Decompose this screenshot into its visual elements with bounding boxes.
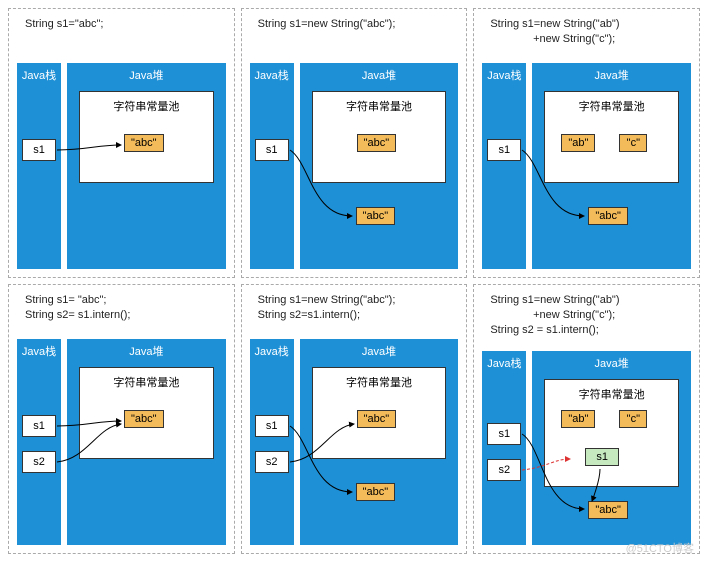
panel-6: String s1=new String("ab") +new String("…	[473, 284, 700, 554]
pool-title: 字符串常量池	[80, 98, 213, 114]
stack-var-s1: s1	[22, 415, 56, 437]
code-snippet: String s1=new String("abc");	[258, 17, 459, 32]
pool-title: 字符串常量池	[545, 98, 678, 114]
code-snippet: String s1="abc";	[25, 17, 226, 32]
stack-var-s1: s1	[487, 423, 521, 445]
watermark: @51CTO博客	[626, 540, 694, 556]
memory-zone: Java栈 s1 s2 Java堆 字符串常量池 "ab" "c" s1 "ab…	[482, 351, 691, 545]
stack-var-s2: s2	[255, 451, 289, 473]
heap-title: Java堆	[532, 63, 691, 83]
java-stack: Java栈 s1	[17, 63, 61, 269]
java-heap: Java堆 字符串常量池 "ab" "c" "abc"	[532, 63, 691, 269]
pool-title: 字符串常量池	[80, 374, 213, 390]
stack-title: Java栈	[482, 351, 526, 371]
string-abc-pool: "abc"	[124, 410, 164, 428]
stack-title: Java栈	[250, 63, 294, 83]
string-c-pool: "c"	[619, 410, 647, 428]
pool-title: 字符串常量池	[313, 98, 446, 114]
heap-title: Java堆	[300, 63, 459, 83]
string-abc-heap: "abc"	[356, 207, 396, 225]
panel-4: String s1= "abc"; String s2= s1.intern()…	[8, 284, 235, 554]
code-snippet: String s1=new String("ab") +new String("…	[490, 17, 691, 47]
string-ab-pool: "ab"	[561, 134, 595, 152]
stack-var-s1: s1	[255, 139, 289, 161]
panel-2: String s1=new String("abc"); Java栈 s1 Ja…	[241, 8, 468, 278]
java-heap: Java堆 字符串常量池 "abc" "abc"	[300, 63, 459, 269]
string-pool: 字符串常量池 "abc"	[312, 91, 447, 183]
java-stack: Java栈 s1 s2	[250, 339, 294, 545]
pool-title: 字符串常量池	[313, 374, 446, 390]
stack-title: Java栈	[250, 339, 294, 359]
string-c-pool: "c"	[619, 134, 647, 152]
string-pool: 字符串常量池 "abc"	[79, 91, 214, 183]
stack-var-s1: s1	[255, 415, 289, 437]
stack-var-s2: s2	[22, 451, 56, 473]
pool-ref-s1: s1	[585, 448, 619, 466]
java-heap: Java堆 字符串常量池 "ab" "c" s1 "abc"	[532, 351, 691, 545]
stack-title: Java栈	[17, 339, 61, 359]
string-abc-pool: "abc"	[357, 134, 397, 152]
java-heap: Java堆 字符串常量池 "abc"	[67, 339, 226, 545]
heap-title: Java堆	[67, 339, 226, 359]
string-pool: 字符串常量池 "abc"	[79, 367, 214, 459]
string-pool: 字符串常量池 "abc"	[312, 367, 447, 459]
memory-zone: Java栈 s1 Java堆 字符串常量池 "abc"	[17, 63, 226, 269]
heap-title: Java堆	[67, 63, 226, 83]
panel-1: String s1="abc"; Java栈 s1 Java堆 字符串常量池 "…	[8, 8, 235, 278]
java-heap: Java堆 字符串常量池 "abc"	[67, 63, 226, 269]
heap-title: Java堆	[532, 351, 691, 371]
string-abc-heap: "abc"	[356, 483, 396, 501]
java-stack: Java栈 s1 s2	[17, 339, 61, 545]
string-pool: 字符串常量池 "ab" "c"	[544, 91, 679, 183]
code-snippet: String s1=new String("ab") +new String("…	[490, 293, 691, 338]
string-abc-pool: "abc"	[357, 410, 397, 428]
string-ab-pool: "ab"	[561, 410, 595, 428]
stack-var-s2: s2	[487, 459, 521, 481]
string-abc: "abc"	[124, 134, 164, 152]
memory-zone: Java栈 s1 s2 Java堆 字符串常量池 "abc" "abc"	[250, 339, 459, 545]
memory-zone: Java栈 s1 Java堆 字符串常量池 "abc" "abc"	[250, 63, 459, 269]
heap-title: Java堆	[300, 339, 459, 359]
stack-var-s1: s1	[487, 139, 521, 161]
java-stack: Java栈 s1 s2	[482, 351, 526, 545]
stack-var-s1: s1	[22, 139, 56, 161]
java-heap: Java堆 字符串常量池 "abc" "abc"	[300, 339, 459, 545]
java-stack: Java栈 s1	[250, 63, 294, 269]
panel-5: String s1=new String("abc"); String s2=s…	[241, 284, 468, 554]
diagram-grid: String s1="abc"; Java栈 s1 Java堆 字符串常量池 "…	[8, 8, 700, 554]
string-abc-heap: "abc"	[588, 501, 628, 519]
stack-title: Java栈	[17, 63, 61, 83]
string-abc-heap: "abc"	[588, 207, 628, 225]
panel-3: String s1=new String("ab") +new String("…	[473, 8, 700, 278]
memory-zone: Java栈 s1 s2 Java堆 字符串常量池 "abc"	[17, 339, 226, 545]
code-snippet: String s1= "abc"; String s2= s1.intern()…	[25, 293, 226, 323]
string-pool: 字符串常量池 "ab" "c" s1	[544, 379, 679, 487]
pool-title: 字符串常量池	[545, 386, 678, 402]
code-snippet: String s1=new String("abc"); String s2=s…	[258, 293, 459, 323]
stack-title: Java栈	[482, 63, 526, 83]
java-stack: Java栈 s1	[482, 63, 526, 269]
memory-zone: Java栈 s1 Java堆 字符串常量池 "ab" "c" "abc"	[482, 63, 691, 269]
